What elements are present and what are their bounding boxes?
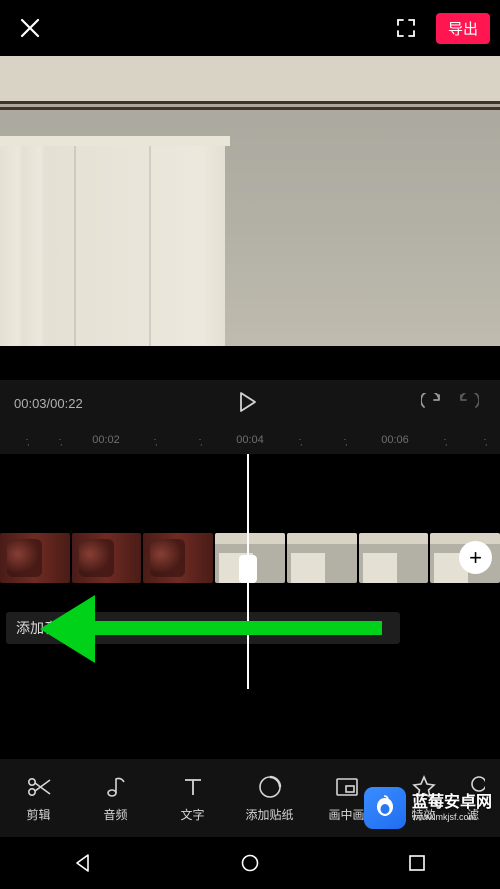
pip-icon (334, 774, 360, 800)
video-clip[interactable] (287, 533, 357, 583)
add-clip-button[interactable]: + (459, 541, 492, 574)
watermark: 蓝莓安卓网 www.lmkjsf.com (364, 787, 492, 829)
video-preview[interactable] (0, 56, 500, 346)
play-icon (239, 392, 257, 412)
ruler-tick: 00:04 (236, 434, 264, 446)
tool-sticker[interactable]: 添加贴纸 (231, 774, 308, 823)
plus-icon: + (469, 545, 482, 571)
top-bar: 导出 (0, 0, 500, 56)
text-icon (180, 774, 206, 800)
annotation-arrow-head (40, 595, 95, 663)
ruler-tick: 00:02 (92, 434, 120, 446)
tool-audio[interactable]: 音频 (77, 774, 154, 823)
expand-icon (396, 18, 416, 38)
circle-home-icon (240, 853, 260, 873)
tool-label: 添加贴纸 (245, 806, 293, 823)
annotation-arrow-line (89, 621, 382, 635)
tool-label: 音频 (103, 806, 127, 823)
video-clip[interactable] (359, 533, 429, 583)
undo-icon (421, 393, 443, 411)
timeline-tracks[interactable] (0, 454, 500, 721)
nav-home-button[interactable] (235, 848, 265, 878)
close-icon (19, 17, 41, 39)
tool-text[interactable]: 文字 (154, 774, 231, 823)
video-clip[interactable] (0, 533, 70, 583)
watermark-logo (364, 787, 406, 829)
triangle-back-icon (73, 853, 93, 873)
video-clip[interactable] (143, 533, 213, 583)
playhead-handle[interactable] (239, 555, 257, 583)
square-recent-icon (408, 854, 426, 872)
expand-button[interactable] (386, 8, 426, 48)
undo-button[interactable] (414, 393, 450, 414)
music-note-icon (103, 774, 129, 800)
scissors-icon (26, 774, 52, 800)
close-button[interactable] (10, 8, 50, 48)
playback-controls: 00:03/00:22 (0, 380, 500, 426)
ruler-tick: 00:06 (381, 434, 409, 446)
watermark-url: www.lmkjsf.com (412, 812, 492, 822)
tool-label: 剪辑 (26, 806, 50, 823)
system-nav-bar (0, 837, 500, 889)
time-display: 00:03/00:22 (14, 396, 83, 411)
nav-back-button[interactable] (68, 848, 98, 878)
export-button[interactable]: 导出 (436, 13, 490, 44)
tool-edit[interactable]: 剪辑 (0, 774, 77, 823)
video-clip[interactable] (72, 533, 142, 583)
play-button[interactable] (228, 392, 268, 415)
tool-label: 文字 (180, 806, 204, 823)
nav-recent-button[interactable] (402, 848, 432, 878)
redo-button[interactable] (450, 393, 486, 414)
sticker-icon (257, 774, 283, 800)
tool-label: 画中画 (328, 806, 364, 823)
redo-icon (457, 393, 479, 411)
watermark-title: 蓝莓安卓网 (412, 794, 492, 812)
timeline-ruler[interactable]: · · 00:02 · · 00:04 · · 00:06 · · (0, 426, 500, 454)
